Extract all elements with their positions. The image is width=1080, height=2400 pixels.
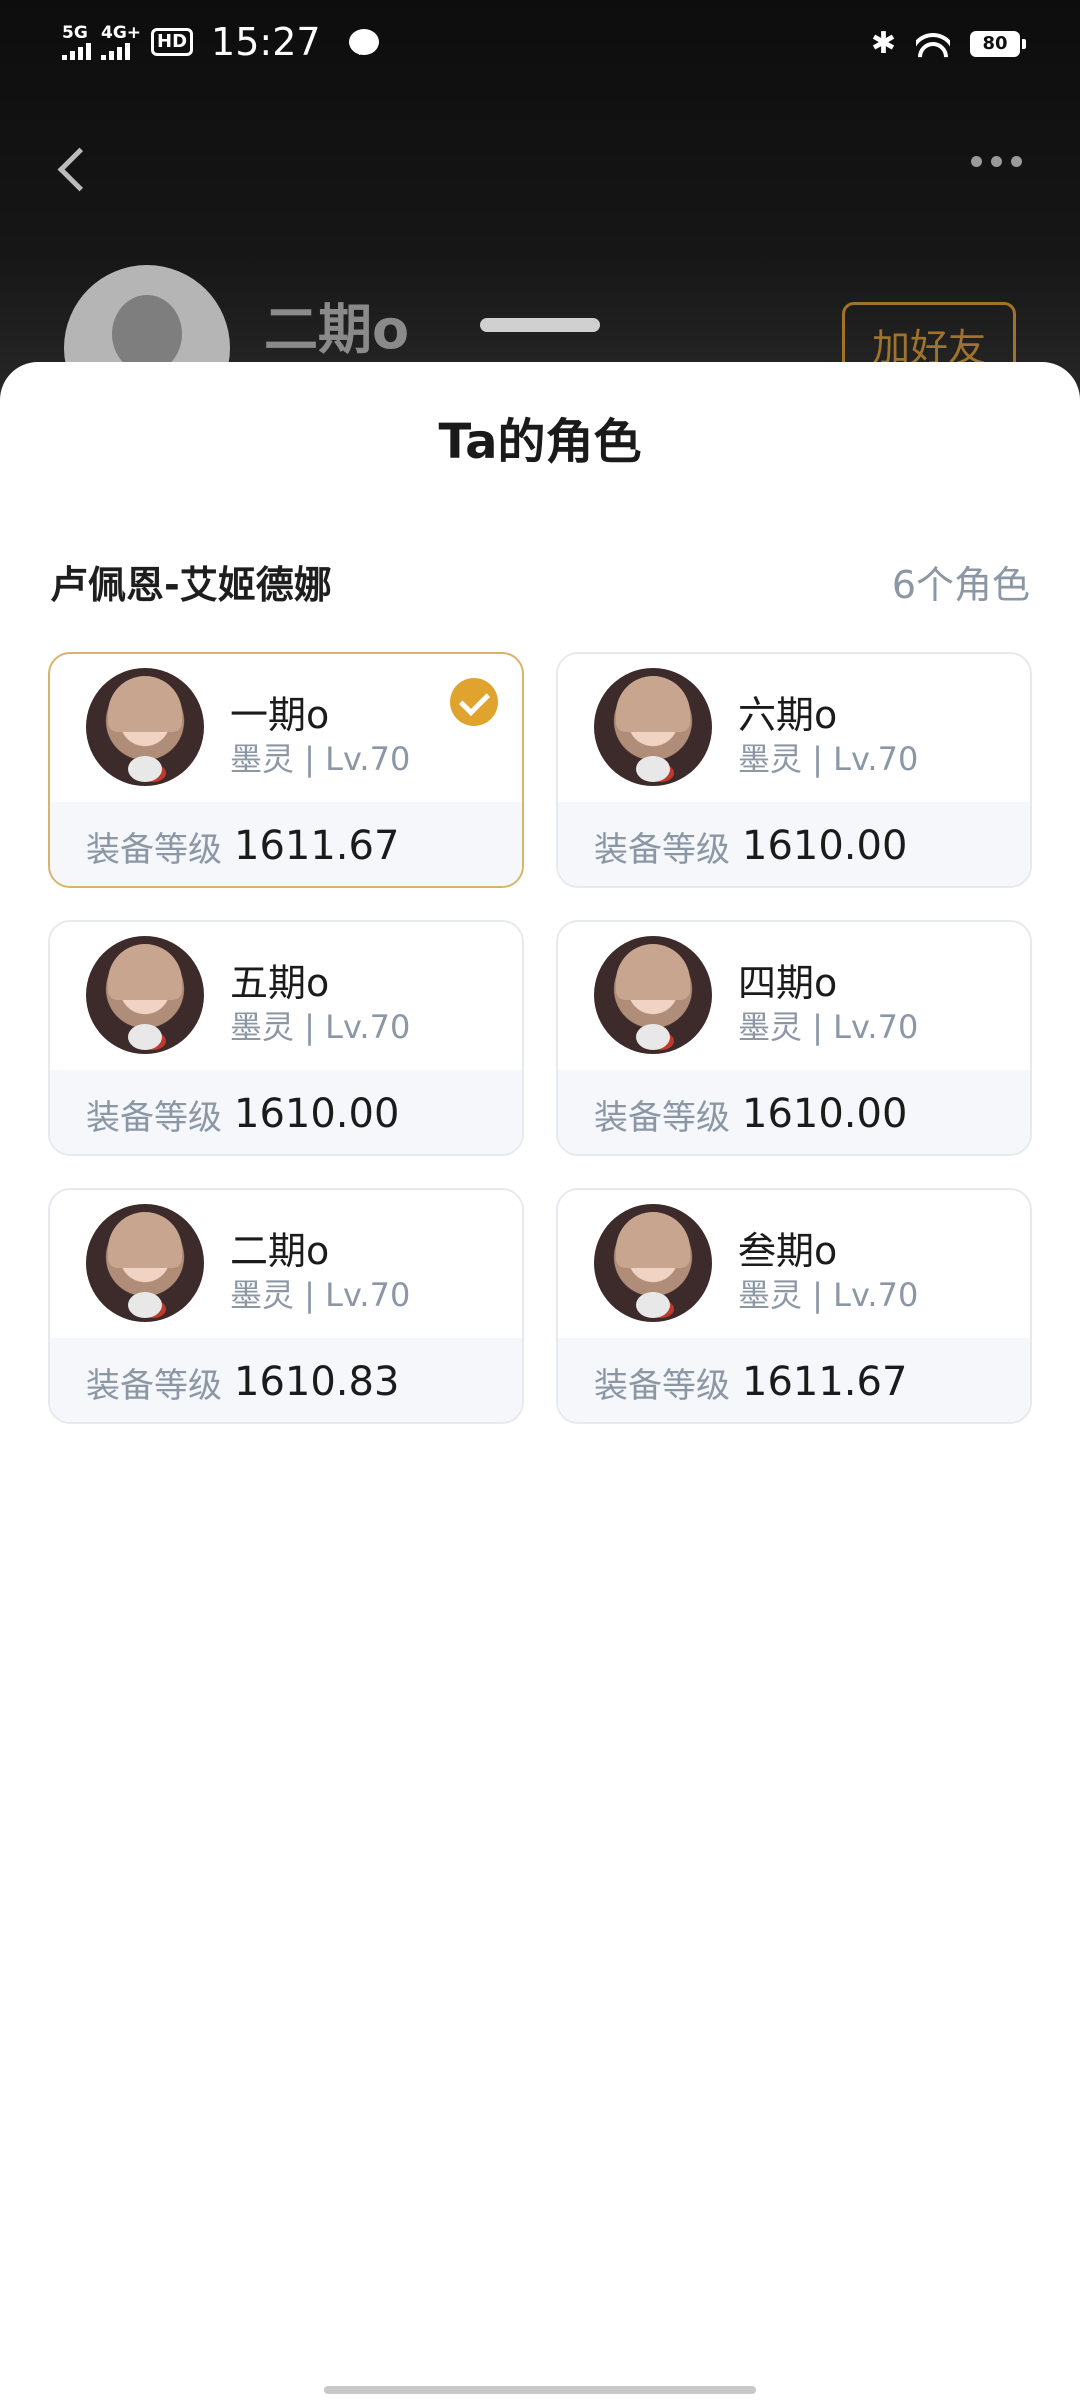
gear-score-label: 装备等级 (86, 829, 222, 870)
signal-5g-icon: 5G (62, 24, 91, 60)
dot-icon (971, 156, 982, 167)
back-button[interactable] (52, 140, 92, 196)
signal-4g-label: 4G+ (101, 23, 142, 43)
gear-score-value: 1610.00 (742, 823, 908, 869)
clock: 15:27 (211, 20, 321, 64)
selected-check-icon (450, 678, 498, 726)
gear-score-value: 1610.00 (742, 1091, 908, 1137)
gear-score-value: 1611.67 (742, 1359, 908, 1405)
character-card[interactable]: 一期o 墨灵 | Lv.70 装备等级 1611.67 (48, 652, 524, 888)
character-card[interactable]: 四期o 墨灵 | Lv.70 装备等级 1610.00 (556, 920, 1032, 1156)
gear-score-label: 装备等级 (594, 1365, 730, 1406)
character-name: 叁期o (738, 1229, 838, 1273)
signal-5g-label: 5G (62, 23, 88, 43)
profile-name: 二期o (264, 298, 410, 361)
more-options-button[interactable] (971, 156, 1022, 167)
gear-score-label: 装备等级 (86, 1097, 222, 1138)
gear-score-value: 1611.67 (234, 823, 400, 869)
profile-header-background: 5G 4G+ HD 15:27 ✱ 80 二期o 加好友 (0, 0, 1080, 431)
character-avatar (86, 1204, 204, 1322)
character-avatar (86, 668, 204, 786)
dot-icon (1011, 156, 1022, 167)
character-card[interactable]: 五期o 墨灵 | Lv.70 装备等级 1610.00 (48, 920, 524, 1156)
character-name: 五期o (230, 961, 330, 1005)
status-bar-left: 5G 4G+ HD 15:27 (62, 18, 379, 66)
character-name: 二期o (230, 1229, 330, 1273)
battery-icon: 80 (970, 31, 1026, 57)
character-class-level: 墨灵 | Lv.70 (738, 740, 919, 778)
dot-icon (991, 156, 1002, 167)
character-class-level: 墨灵 | Lv.70 (230, 1008, 411, 1046)
character-class-level: 墨灵 | Lv.70 (738, 1008, 919, 1046)
message-notification-icon (348, 29, 379, 55)
character-avatar (594, 1204, 712, 1322)
gear-score-label: 装备等级 (594, 829, 730, 870)
character-card[interactable]: 六期o 墨灵 | Lv.70 装备等级 1610.00 (556, 652, 1032, 888)
character-name: 一期o (230, 693, 330, 737)
gear-score-label: 装备等级 (86, 1365, 222, 1406)
character-card[interactable]: 叁期o 墨灵 | Lv.70 装备等级 1611.67 (556, 1188, 1032, 1424)
role-count: 6个角色 (891, 563, 1030, 607)
sheet-title: Ta的角色 (438, 414, 642, 470)
gear-score-label: 装备等级 (594, 1097, 730, 1138)
gear-score-value: 1610.83 (234, 1359, 400, 1405)
character-avatar (594, 668, 712, 786)
character-card[interactable]: 二期o 墨灵 | Lv.70 装备等级 1610.83 (48, 1188, 524, 1424)
gear-score-value: 1610.00 (234, 1091, 400, 1137)
character-class-level: 墨灵 | Lv.70 (230, 740, 411, 778)
signal-4g-icon: 4G+ (101, 24, 141, 60)
sheet-drag-handle[interactable] (480, 318, 600, 332)
character-class-level: 墨灵 | Lv.70 (230, 1276, 411, 1314)
status-bar: 5G 4G+ HD 15:27 ✱ 80 (0, 0, 1080, 84)
wifi-icon (916, 27, 950, 61)
server-name: 卢佩恩-艾姬德娜 (50, 563, 332, 607)
bluetooth-icon: ✱ (870, 26, 896, 61)
status-bar-right: ✱ 80 (870, 22, 1026, 66)
character-name: 四期o (738, 961, 838, 1005)
character-grid: 一期o 墨灵 | Lv.70 装备等级 1611.67 六期o 墨灵 | Lv.… (48, 652, 1032, 1424)
character-avatar (86, 936, 204, 1054)
character-class-level: 墨灵 | Lv.70 (738, 1276, 919, 1314)
characters-bottom-sheet: Ta的角色 卢佩恩-艾姬德娜 6个角色 一期o 墨灵 | Lv.70 装备等级 … (0, 362, 1080, 2400)
hd-voice-icon: HD (151, 28, 194, 56)
home-indicator[interactable] (324, 2386, 756, 2394)
character-name: 六期o (738, 693, 838, 737)
character-avatar (594, 936, 712, 1054)
